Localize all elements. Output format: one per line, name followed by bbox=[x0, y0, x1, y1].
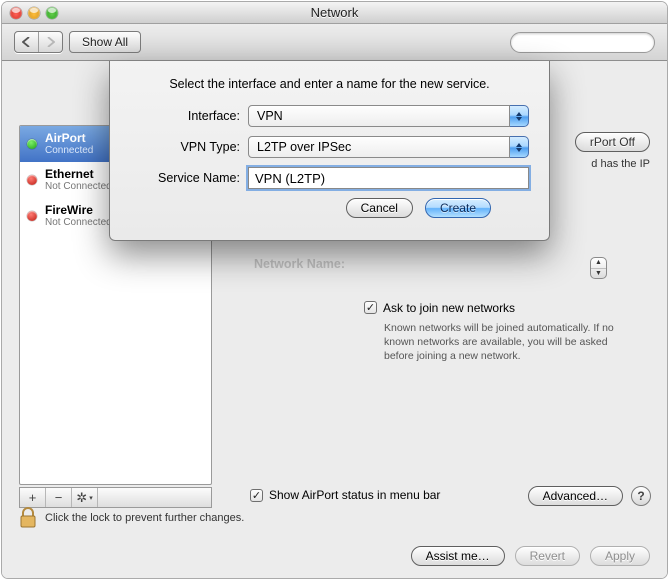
ask-join-label: Ask to join new networks bbox=[383, 301, 515, 315]
spacer bbox=[98, 488, 211, 507]
show-all-button[interactable]: Show All bbox=[69, 31, 141, 53]
forward-button[interactable] bbox=[39, 32, 62, 52]
sheet-heading: Select the interface and enter a name fo… bbox=[130, 77, 529, 91]
vpn-type-label: VPN Type: bbox=[130, 140, 248, 154]
cancel-button[interactable]: Cancel bbox=[346, 198, 413, 218]
plus-icon: + bbox=[29, 490, 37, 505]
network-name-label: Network Name: bbox=[254, 257, 345, 271]
search-field[interactable] bbox=[510, 32, 655, 53]
status-dot-icon bbox=[27, 139, 37, 149]
chevron-down-icon bbox=[516, 148, 522, 152]
revert-button[interactable]: Revert bbox=[515, 546, 580, 566]
airport-toggle-button[interactable]: rPort Off bbox=[575, 132, 650, 152]
lock-icon[interactable] bbox=[19, 507, 37, 529]
network-prefpane-window: Network Show All AirPort Connected bbox=[2, 2, 667, 578]
service-name: Ethernet bbox=[45, 168, 112, 181]
window-title: Network bbox=[2, 5, 667, 20]
status-dot-icon bbox=[27, 175, 37, 185]
chevron-down-icon: ▾ bbox=[89, 494, 93, 502]
service-name: AirPort bbox=[45, 132, 93, 145]
chevron-down-icon bbox=[516, 117, 522, 121]
status-dot-icon bbox=[27, 211, 37, 221]
search-input[interactable] bbox=[521, 34, 667, 50]
back-button[interactable] bbox=[15, 32, 39, 52]
vpn-type-popup[interactable]: L2TP over IPSec bbox=[248, 136, 510, 158]
chevron-up-icon: ▲ bbox=[591, 258, 606, 269]
services-list-buttons: + − ✲ ▾ bbox=[19, 487, 212, 508]
help-button[interactable]: ? bbox=[631, 486, 651, 506]
lock-text: Click the lock to prevent further change… bbox=[45, 512, 244, 524]
new-service-sheet: Select the interface and enter a name fo… bbox=[109, 61, 550, 241]
assist-button[interactable]: Assist me… bbox=[411, 546, 505, 566]
row-service-name: Service Name: bbox=[130, 167, 529, 189]
service-status: Not Connected bbox=[45, 181, 112, 192]
status-text-tail: d has the IP bbox=[591, 158, 650, 170]
checkbox-icon: ✓ bbox=[250, 489, 263, 502]
footer-buttons: Assist me… Revert Apply bbox=[411, 546, 650, 566]
service-status: Connected bbox=[45, 145, 93, 156]
checkbox-icon: ✓ bbox=[364, 301, 377, 314]
add-service-button[interactable]: + bbox=[20, 488, 46, 507]
gear-icon: ✲ bbox=[76, 490, 87, 506]
sheet-buttons: Cancel Create bbox=[130, 198, 529, 218]
chevron-down-icon: ▼ bbox=[591, 269, 606, 279]
help-icon: ? bbox=[637, 489, 644, 503]
ask-join-hint: Known networks will be joined automatica… bbox=[384, 321, 614, 364]
create-button[interactable]: Create bbox=[425, 198, 491, 218]
chevron-right-icon bbox=[46, 37, 55, 47]
remove-service-button[interactable]: − bbox=[46, 488, 72, 507]
chevron-up-icon bbox=[516, 143, 522, 147]
advanced-button[interactable]: Advanced… bbox=[528, 486, 623, 506]
toolbar: Show All bbox=[2, 24, 667, 61]
service-name: FireWire bbox=[45, 204, 112, 217]
ask-join-checkbox[interactable]: ✓ Ask to join new networks bbox=[364, 301, 515, 315]
nav-back-forward bbox=[14, 31, 63, 53]
menubar-status-label: Show AirPort status in menu bar bbox=[269, 488, 440, 502]
service-name-field[interactable] bbox=[248, 167, 529, 189]
minus-icon: − bbox=[55, 490, 63, 505]
menubar-status-checkbox[interactable]: ✓ Show AirPort status in menu bar bbox=[250, 488, 440, 502]
services-actions-menu[interactable]: ✲ ▾ bbox=[72, 488, 98, 507]
interface-popup-arrows[interactable] bbox=[510, 105, 529, 127]
apply-button[interactable]: Apply bbox=[590, 546, 650, 566]
chevron-up-icon bbox=[516, 112, 522, 116]
interface-popup[interactable]: VPN bbox=[248, 105, 510, 127]
titlebar[interactable]: Network bbox=[2, 2, 667, 24]
interface-label: Interface: bbox=[130, 109, 248, 123]
network-name-stepper[interactable]: ▲ ▼ bbox=[590, 257, 607, 279]
chevron-left-icon bbox=[22, 37, 31, 47]
row-interface: Interface: VPN bbox=[130, 105, 529, 127]
vpn-type-popup-arrows[interactable] bbox=[510, 136, 529, 158]
service-name-label: Service Name: bbox=[130, 171, 248, 185]
service-status: Not Connected bbox=[45, 217, 112, 228]
row-vpn-type: VPN Type: L2TP over IPSec bbox=[130, 136, 529, 158]
lock-row: Click the lock to prevent further change… bbox=[19, 506, 650, 530]
